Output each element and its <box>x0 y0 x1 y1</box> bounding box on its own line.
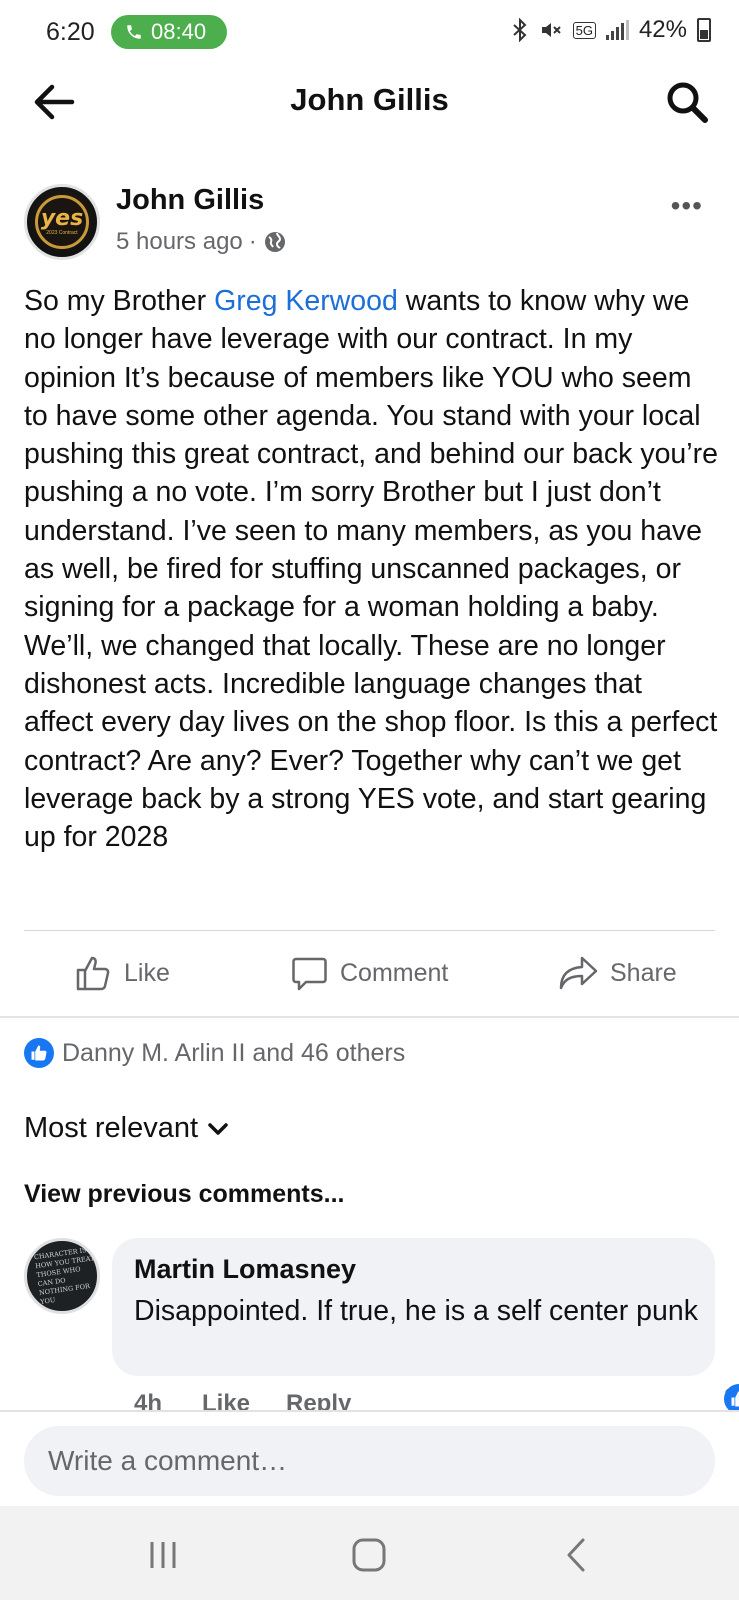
more-options-button[interactable]: ••• <box>671 190 703 222</box>
chevron-down-icon <box>208 1122 228 1135</box>
search-icon[interactable] <box>663 78 711 126</box>
phone-icon <box>127 25 141 39</box>
system-nav-bar <box>0 1506 739 1600</box>
view-previous-comments-link[interactable]: View previous comments... <box>24 1180 344 1209</box>
post-actions: Like Comment Share <box>0 946 739 1006</box>
commenter-avatar[interactable]: Character is how you treat those who can… <box>24 1238 100 1314</box>
comment-sort-dropdown[interactable]: Most relevant <box>24 1112 228 1145</box>
like-reaction-icon <box>24 1038 54 1068</box>
top-app-bar: John Gillis <box>0 64 739 138</box>
home-icon[interactable] <box>344 1530 394 1580</box>
reactions-summary[interactable]: Danny M. Arlin II and 46 others <box>24 1038 405 1068</box>
comment-button[interactable]: Comment <box>290 954 448 992</box>
section-divider <box>0 1016 739 1018</box>
post-header: yes 2023 Contract John Gillis 5 hours ag… <box>0 170 739 270</box>
comment-input[interactable] <box>24 1426 715 1496</box>
comment-text: Disappointed. If true, he is a self cent… <box>134 1295 698 1327</box>
like-button[interactable]: Like <box>74 954 170 992</box>
bluetooth-icon <box>512 18 527 42</box>
yes-logo: yes 2023 Contract <box>35 195 89 249</box>
recent-apps-icon[interactable] <box>138 1530 188 1580</box>
signal-icon <box>605 20 629 40</box>
comment-bubble[interactable]: Martin Lomasney Disappointed. If true, h… <box>112 1238 715 1376</box>
divider <box>24 930 715 931</box>
battery-icon <box>697 18 711 42</box>
network-type: 5G <box>572 21 596 39</box>
share-icon <box>559 956 598 990</box>
call-timer-pill[interactable]: 08:40 <box>111 15 227 49</box>
meta-separator: · <box>248 228 257 255</box>
comment-composer <box>0 1410 739 1506</box>
author-avatar[interactable]: yes 2023 Contract <box>24 184 100 260</box>
post-time[interactable]: 5 hours ago <box>116 228 243 256</box>
battery-percent: 42% <box>638 16 687 43</box>
globe-icon <box>264 232 285 252</box>
comment-author[interactable]: Martin Lomasney <box>134 1254 356 1285</box>
page-title: John Gillis <box>290 82 449 117</box>
post-author-name[interactable]: John Gillis <box>116 184 264 217</box>
mention-link[interactable]: Greg Kerwood <box>214 285 398 317</box>
status-bar: 6:20 08:40 5G 42% <box>0 0 739 64</box>
comment-icon <box>292 957 327 991</box>
post-text: So my Brother Greg Kerwood wants to know… <box>24 285 718 854</box>
status-time: 6:20 <box>46 18 95 46</box>
share-button[interactable]: Share <box>558 954 677 992</box>
back-icon[interactable] <box>552 1530 602 1580</box>
call-timer: 08:40 <box>151 19 207 44</box>
thumbs-up-icon <box>76 956 110 991</box>
post-meta: 5 hours ago · <box>116 228 287 256</box>
mute-icon <box>541 23 561 37</box>
reactions-text: Danny M. Arlin II and 46 others <box>62 1038 406 1067</box>
